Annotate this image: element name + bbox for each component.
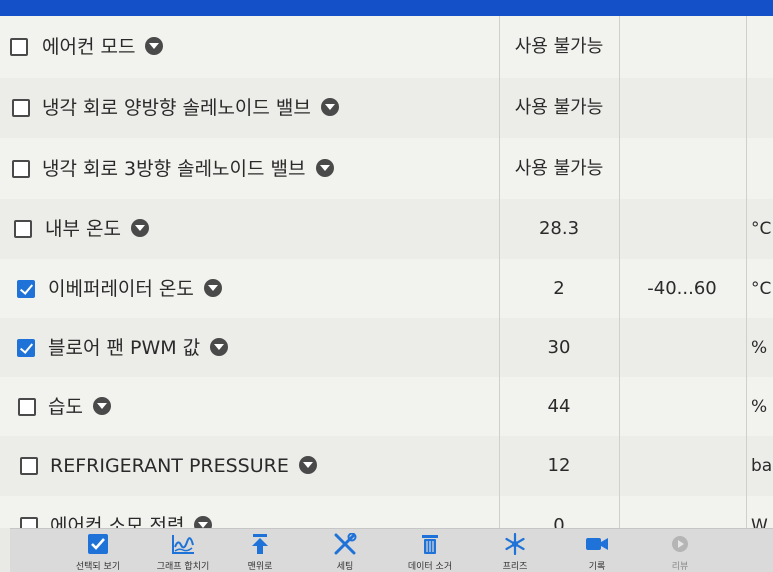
toolbar-button-arrow-up[interactable]: 맨위로	[215, 529, 305, 572]
row-value: 0	[553, 515, 565, 528]
row-value: 사용 불가능	[514, 97, 604, 118]
dropdown-circle-icon[interactable]	[130, 218, 149, 237]
row-name-label: 에어컨 소모 전력	[50, 515, 185, 528]
row-checkbox[interactable]	[17, 339, 35, 357]
trash-icon	[418, 533, 442, 555]
toolbar-button-label: 기록	[588, 562, 606, 572]
toolbar-button-label: 리뷰	[671, 562, 689, 572]
row-unit: bar	[751, 456, 773, 476]
dropdown-circle-icon[interactable]	[210, 337, 229, 356]
row-name: 블로어 팬 PWM 값	[48, 336, 229, 360]
video-camera-icon	[585, 533, 609, 555]
row-unit: %	[751, 338, 768, 358]
row-unit: W	[751, 516, 768, 528]
row-name: 이베퍼레이터 온도	[48, 277, 222, 301]
row-name-label: 냉각 회로 양방향 솔레노이드 밸브	[42, 97, 311, 119]
top-bar	[0, 0, 773, 16]
toolbar-button-trash[interactable]: 데이터 소거	[385, 529, 475, 572]
toolbar-button-label: 프리즈	[502, 562, 528, 572]
row-value: 44	[547, 396, 571, 417]
row-name: 에어컨 모드	[42, 35, 164, 59]
dropdown-circle-icon[interactable]	[298, 455, 317, 474]
col-divider-range	[619, 16, 620, 528]
toolbar-button-label: 세팅	[336, 562, 354, 572]
row-name-label: 에어컨 모드	[42, 36, 136, 58]
row-unit: %	[751, 397, 768, 417]
row-checkbox[interactable]	[20, 517, 38, 528]
row-name: 에어컨 소모 전력	[50, 514, 213, 528]
table-row[interactable]: 블로어 팬 PWM 값 30%	[0, 318, 773, 378]
row-range: -40...60	[647, 278, 717, 299]
play-icon	[668, 533, 692, 555]
row-name-label: 냉각 회로 3방향 솔레노이드 밸브	[42, 158, 306, 180]
row-name: 냉각 회로 3방향 솔레노이드 밸브	[42, 157, 334, 181]
row-checkbox[interactable]	[18, 398, 36, 416]
table-row[interactable]: 냉각 회로 3방향 솔레노이드 밸브 사용 불가능	[0, 138, 773, 200]
table-row[interactable]: 이베퍼레이터 온도 2 -40...60 °C	[0, 259, 773, 319]
row-checkbox[interactable]	[12, 160, 30, 178]
dropdown-circle-icon[interactable]	[145, 36, 164, 55]
arrow-up-icon	[248, 533, 272, 555]
dropdown-circle-icon[interactable]	[320, 97, 339, 116]
row-name: REFRIGERANT PRESSURE	[50, 454, 317, 478]
row-name-label: 습도	[48, 396, 83, 418]
toolbar-button-checkbox[interactable]: 선택되 보기	[53, 529, 143, 572]
row-name: 내부 온도	[45, 217, 149, 241]
table-row[interactable]: 습도 44%	[0, 377, 773, 437]
snowflake-icon	[503, 532, 527, 556]
row-value: 사용 불가능	[514, 36, 604, 57]
row-checkbox[interactable]	[12, 99, 30, 117]
row-value: 28.3	[538, 218, 580, 239]
row-name: 습도	[48, 395, 111, 419]
toolbar-button-video-camera[interactable]: 기록	[552, 529, 642, 572]
dropdown-circle-icon[interactable]	[194, 515, 213, 528]
table-row[interactable]: 냉각 회로 양방향 솔레노이드 밸브 사용 불가능	[0, 78, 773, 139]
checkbox-icon	[86, 533, 110, 555]
dropdown-circle-icon[interactable]	[92, 396, 111, 415]
row-value: 2	[553, 278, 565, 299]
row-checkbox[interactable]	[10, 38, 28, 56]
data-table: 에어컨 모드 사용 불가능 냉각 회로 양방향 솔레노이드 밸브 사용 불가능 냉각 회…	[0, 16, 773, 528]
row-checkbox[interactable]	[17, 280, 35, 298]
dropdown-circle-icon[interactable]	[315, 158, 334, 177]
toolbar-button-label: 맨위로	[247, 562, 273, 572]
row-checkbox[interactable]	[20, 457, 38, 475]
row-value: 12	[547, 455, 571, 476]
toolbar-button-play[interactable]: 리뷰	[635, 529, 725, 572]
toolbar-button-snowflake[interactable]: 프리즈	[470, 529, 560, 572]
table-row[interactable]: REFRIGERANT PRESSURE 12 bar	[0, 436, 773, 497]
row-name-label: 이베퍼레이터 온도	[48, 278, 194, 300]
toolbar-button-tools[interactable]: 세팅	[300, 529, 390, 572]
row-name-label: 내부 온도	[45, 218, 121, 240]
toolbar-button-label: 데이터 소거	[407, 562, 453, 572]
col-divider-unit	[746, 16, 747, 528]
dropdown-circle-icon[interactable]	[203, 278, 222, 297]
row-unit: °C	[751, 219, 772, 239]
row-unit: °C	[751, 279, 772, 299]
row-value: 사용 불가능	[514, 158, 604, 179]
tools-icon	[333, 532, 357, 555]
table-row[interactable]: 내부 온도 28.3 °C	[0, 199, 773, 260]
row-name-label: REFRIGERANT PRESSURE	[50, 455, 289, 477]
row-checkbox[interactable]	[14, 220, 32, 238]
row-name: 냉각 회로 양방향 솔레노이드 밸브	[42, 96, 339, 120]
col-divider-value	[499, 16, 500, 528]
graph-icon	[171, 533, 195, 555]
row-name-label: 블로어 팬 PWM 값	[48, 337, 201, 359]
table-row[interactable]: 에어컨 소모 전력 0 W	[0, 496, 773, 528]
bottom-toolbar: 선택되 보기 그래프 합치기 맨위로 세팅 데이터 소거 프리즈 기록 리뷰	[10, 528, 773, 572]
toolbar-button-label: 선택되 보기	[75, 562, 121, 572]
row-value: 30	[547, 337, 571, 358]
table-row[interactable]: 에어컨 모드 사용 불가능	[0, 16, 773, 79]
